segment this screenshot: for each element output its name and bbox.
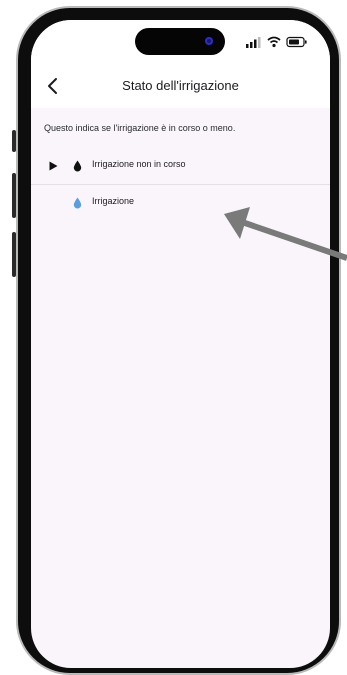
camera-icon	[205, 37, 213, 45]
status-icons	[246, 36, 307, 48]
description-text: Questo indica se l'irrigazione è in cors…	[44, 123, 236, 133]
wifi-icon	[267, 36, 281, 48]
list-item-irrigating[interactable]: Irrigazione	[31, 185, 330, 221]
status-bar	[31, 20, 330, 64]
list-item-label: Irrigazione non in corso	[92, 159, 186, 169]
water-drop-icon	[73, 197, 82, 209]
play-arrow-icon[interactable]	[49, 161, 58, 171]
page-title-text: Stato dell'irrigazione	[122, 78, 239, 93]
battery-icon	[286, 36, 307, 48]
dynamic-island	[135, 28, 225, 55]
list-item-not-irrigating[interactable]: Irrigazione non in corso	[31, 148, 330, 184]
app-bar: Stato dell'irrigazione	[31, 64, 330, 108]
phone-screen: Stato dell'irrigazione Questo indica se …	[31, 20, 330, 668]
device-mockup: Stato dell'irrigazione Questo indica se …	[0, 0, 347, 675]
signal-icon	[246, 37, 261, 48]
water-drop-icon	[73, 160, 82, 172]
list-item-label: Irrigazione	[92, 196, 135, 206]
page-title: Stato dell'irrigazione	[31, 64, 330, 108]
